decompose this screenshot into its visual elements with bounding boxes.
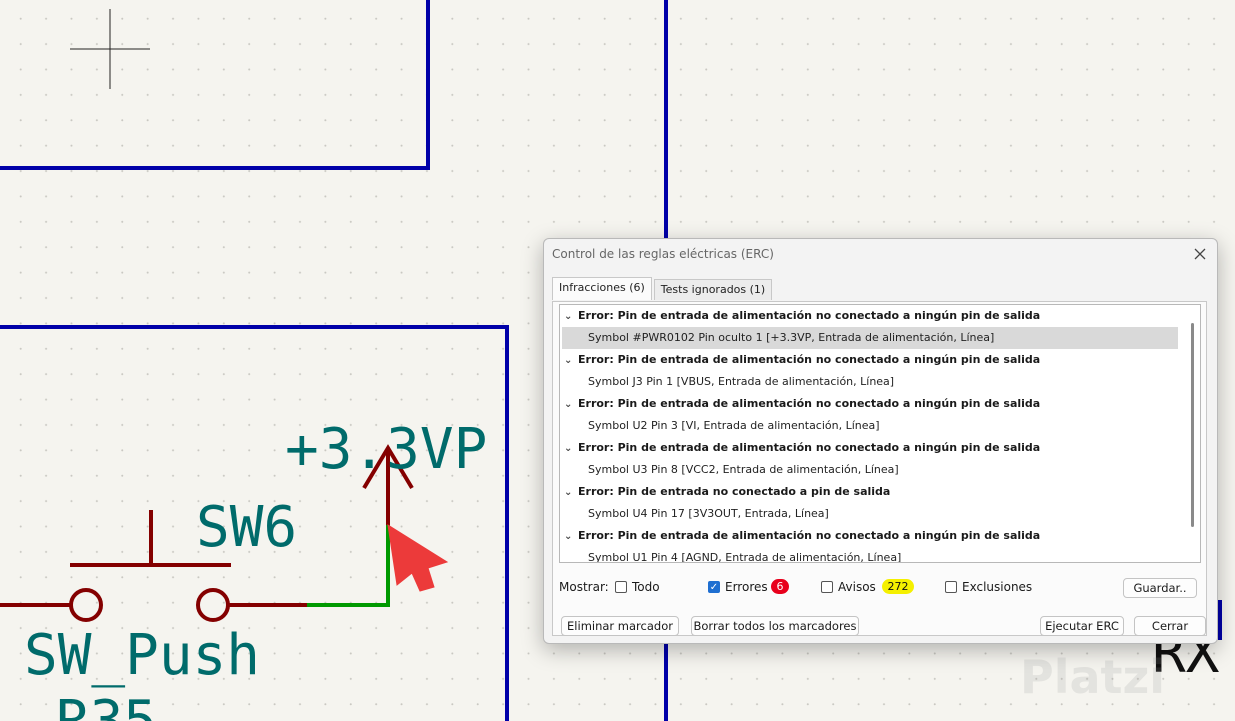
chevron-down-icon[interactable]: ⌄: [564, 482, 578, 504]
chevron-down-icon[interactable]: ⌄: [564, 350, 578, 372]
tab-bar: Infracciones (6) Tests ignorados (1): [552, 277, 774, 301]
violation-header[interactable]: ⌄ Error: Pin de entrada de alimentación n…: [560, 305, 1200, 327]
show-label: Mostrar:: [559, 580, 609, 594]
show-exclusions-checkbox[interactable]: [945, 581, 957, 593]
sheet-border-top-left[interactable]: [0, 0, 430, 170]
show-exclusions-label[interactable]: Exclusiones: [962, 580, 1032, 594]
chevron-down-icon[interactable]: ⌄: [564, 394, 578, 416]
save-button[interactable]: Guardar..: [1123, 578, 1197, 598]
violation-detail[interactable]: Symbol #PWR0102 Pin oculto 1 [+3.3VP, En…: [562, 327, 1178, 349]
platzi-watermark: Platzi: [1020, 650, 1166, 704]
violations-panel: ⌄ Error: Pin de entrada de alimentación n…: [552, 301, 1207, 636]
switch-reference-label: SW6: [196, 495, 297, 560]
violation-header[interactable]: ⌄ Error: Pin de entrada de alimentación n…: [560, 437, 1200, 459]
show-all-checkbox[interactable]: [615, 581, 627, 593]
filter-row: Mostrar: Todo ✓ Errores 6 Avisos 272 Exc…: [559, 577, 1199, 599]
violation-header[interactable]: ⌄ Error: Pin de entrada de alimentación n…: [560, 393, 1200, 415]
delete-all-markers-button[interactable]: Borrar todos los marcadores: [691, 616, 859, 636]
chevron-down-icon[interactable]: ⌄: [564, 526, 578, 548]
show-all-label[interactable]: Todo: [632, 580, 660, 594]
violation-detail[interactable]: Symbol J3 Pin 1 [VBUS, Entrada de alimen…: [560, 371, 1200, 393]
violation-detail[interactable]: Symbol U4 Pin 17 [3V3OUT, Entrada, Línea…: [560, 503, 1200, 525]
show-warnings-label[interactable]: Avisos: [838, 580, 876, 594]
tab-ignored-tests[interactable]: Tests ignorados (1): [653, 279, 773, 300]
violation-detail[interactable]: Symbol U3 Pin 8 [VCC2, Entrada de alimen…: [560, 459, 1200, 481]
run-erc-button[interactable]: Ejecutar ERC: [1040, 616, 1124, 636]
partial-reference-label: R35: [56, 689, 157, 721]
power-net-label: +3.3VP: [285, 417, 487, 482]
show-errors-checkbox[interactable]: ✓: [708, 581, 720, 593]
dialog-title: Control de las reglas eléctricas (ERC): [552, 247, 774, 261]
violation-header[interactable]: ⌄ Error: Pin de entrada no conectado a pi…: [560, 481, 1200, 503]
violations-tree[interactable]: ⌄ Error: Pin de entrada de alimentación n…: [559, 304, 1201, 563]
violation-detail[interactable]: Symbol U2 Pin 3 [VI, Entrada de alimenta…: [560, 415, 1200, 437]
close-icon[interactable]: [1189, 243, 1211, 265]
tab-violations[interactable]: Infracciones (6): [552, 277, 652, 300]
erc-dialog: Control de las reglas eléctricas (ERC) I…: [543, 238, 1218, 644]
net-wire[interactable]: [307, 525, 390, 607]
erc-error-marker-icon[interactable]: [387, 523, 449, 592]
delete-marker-button[interactable]: Eliminar marcador: [561, 616, 679, 636]
show-errors-label[interactable]: Errores: [725, 580, 768, 594]
crosshair-cursor: [70, 9, 150, 89]
violation-detail[interactable]: Symbol U1 Pin 4 [AGND, Entrada de alimen…: [560, 547, 1200, 562]
errors-count-badge: 6: [771, 579, 789, 594]
close-button[interactable]: Cerrar: [1134, 616, 1206, 636]
show-warnings-checkbox[interactable]: [821, 581, 833, 593]
chevron-down-icon[interactable]: ⌄: [564, 306, 578, 328]
chevron-down-icon[interactable]: ⌄: [564, 438, 578, 460]
list-scrollbar[interactable]: [1191, 323, 1194, 527]
switch-value-label: SW_Push: [24, 623, 260, 688]
violation-header[interactable]: ⌄ Error: Pin de entrada de alimentación n…: [560, 525, 1200, 547]
warnings-count-badge: 272: [882, 579, 914, 594]
violation-header[interactable]: ⌄ Error: Pin de entrada de alimentación n…: [560, 349, 1200, 371]
